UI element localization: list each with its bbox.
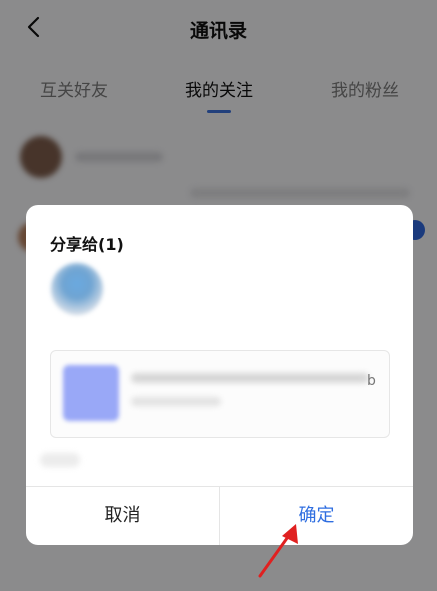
preview-subtitle-blurred (131, 397, 221, 406)
preview-thumbnail (63, 365, 119, 421)
preview-title-blurred (131, 373, 369, 383)
red-pointer-arrow-icon (258, 524, 298, 578)
cancel-button[interactable]: 取消 (26, 487, 219, 545)
dialog-title: 分享给(1) (50, 235, 124, 254)
preview-title-tail: b (367, 373, 376, 389)
share-preview-card: b (50, 350, 390, 438)
confirm-button[interactable]: 确定 (220, 487, 413, 545)
recipient-avatar (51, 263, 103, 315)
share-dialog: 分享给(1) b 取消 确定 (26, 205, 413, 545)
message-input-blurred[interactable] (40, 453, 80, 467)
